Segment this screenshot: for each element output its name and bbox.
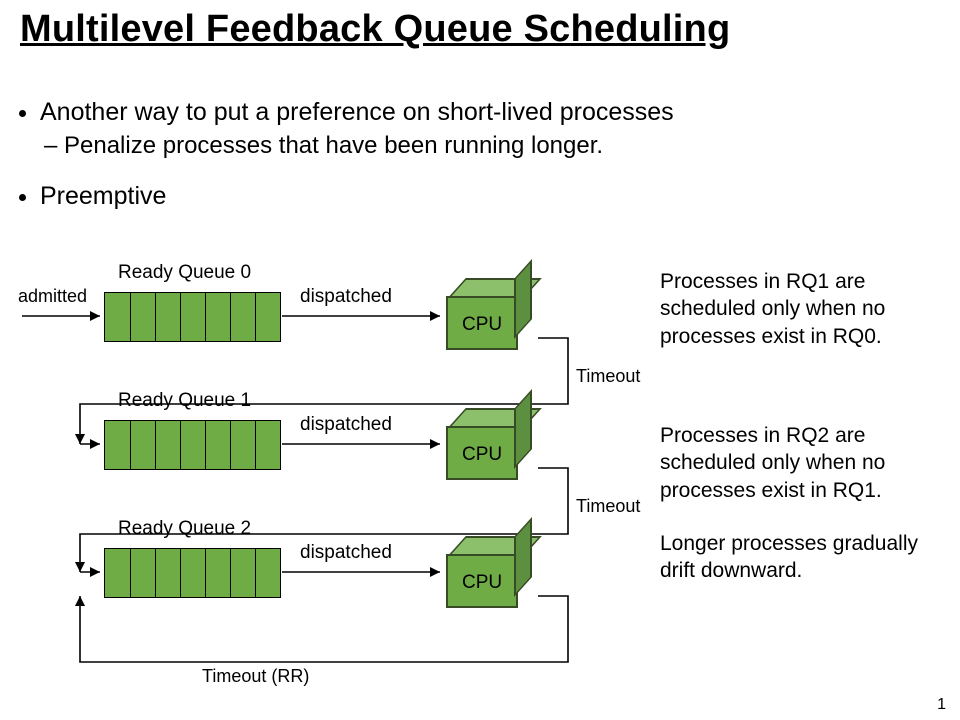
- cpu-label-2: CPU: [462, 572, 502, 594]
- label-timeout-rr: Timeout (RR): [202, 666, 309, 688]
- cpu-2: CPU: [446, 536, 532, 610]
- cpu-label-0: CPU: [462, 314, 502, 336]
- queue-2: [104, 548, 281, 598]
- slide-title: Multilevel Feedback Queue Scheduling: [20, 8, 730, 51]
- label-rq0: Ready Queue 0: [118, 262, 251, 285]
- label-rq1: Ready Queue 1: [118, 390, 251, 413]
- cpu-1: CPU: [446, 408, 532, 482]
- queue-0: [104, 292, 281, 342]
- label-dispatched-0: dispatched: [300, 286, 392, 309]
- slide: Multilevel Feedback Queue Scheduling Ano…: [0, 0, 960, 720]
- diagram: admitted Ready Queue 0 dispatched Timeou…: [0, 272, 960, 702]
- label-timeout-0: Timeout: [576, 366, 640, 388]
- label-rq2: Ready Queue 2: [118, 518, 251, 541]
- page-number: 1: [937, 696, 946, 714]
- cpu-0: CPU: [446, 278, 532, 352]
- queue-1: [104, 420, 281, 470]
- side-text-2: Processes in RQ2 are scheduled only when…: [660, 422, 950, 504]
- bullet-1a: Penalize processes that have been runnin…: [64, 130, 674, 162]
- side-text-1: Processes in RQ1 are scheduled only when…: [660, 268, 950, 350]
- bullet-1: Another way to put a preference on short…: [40, 96, 674, 162]
- cpu-label-1: CPU: [462, 444, 502, 466]
- bullet-1-text: Another way to put a preference on short…: [40, 98, 674, 126]
- bullet-list: Another way to put a preference on short…: [16, 96, 674, 232]
- label-dispatched-1: dispatched: [300, 414, 392, 437]
- label-admitted: admitted: [18, 286, 87, 308]
- label-dispatched-2: dispatched: [300, 542, 392, 565]
- side-text-3: Longer processes gradually drift downwar…: [660, 530, 950, 585]
- bullet-2: Preemptive: [40, 180, 674, 214]
- label-timeout-1: Timeout: [576, 496, 640, 518]
